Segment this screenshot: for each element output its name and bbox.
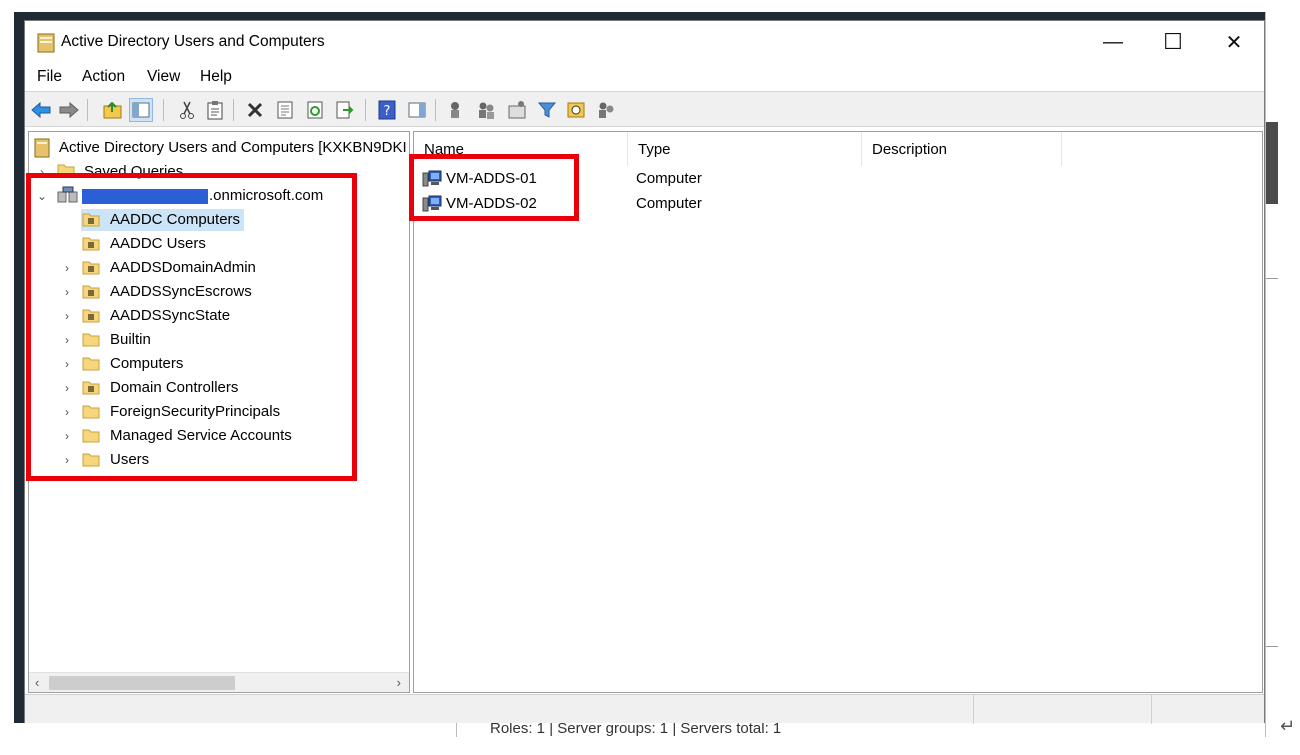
help-icon[interactable]: ?: [375, 98, 399, 122]
menu-action[interactable]: Action: [82, 68, 125, 86]
forward-arrow-icon[interactable]: [57, 98, 81, 122]
properties-icon[interactable]: [273, 98, 297, 122]
cut-icon[interactable]: [175, 98, 199, 122]
show-hide-console-tree-icon[interactable]: [129, 98, 153, 122]
toolbar: ?: [25, 91, 1264, 127]
background-status-text: Roles: 1 | Server groups: 1 | Servers to…: [490, 723, 782, 737]
scrollbar-thumb[interactable]: [49, 676, 235, 690]
highlight-box-computers: [409, 154, 579, 221]
computer-type: Computer: [636, 195, 702, 212]
export-list-icon[interactable]: [333, 98, 357, 122]
groups-icon[interactable]: [475, 98, 499, 122]
menu-view[interactable]: View: [147, 68, 180, 86]
organizational-unit-icon[interactable]: [505, 98, 529, 122]
up-folder-icon[interactable]: [101, 98, 125, 122]
computer-type: Computer: [636, 170, 702, 187]
aduc-root-icon: [34, 138, 50, 158]
back-arrow-icon[interactable]: [29, 98, 53, 122]
filter-icon[interactable]: [535, 98, 559, 122]
menu-bar: File Action View Help: [25, 63, 1264, 91]
background-scrollbar-thumb: [1266, 122, 1278, 204]
tree-horizontal-scrollbar[interactable]: ‹ ›: [29, 672, 409, 692]
tree-root[interactable]: Active Directory Users and Computers [KX…: [29, 136, 409, 160]
background-divider: [1266, 278, 1278, 279]
show-action-pane-icon[interactable]: [405, 98, 429, 122]
add-to-group-icon[interactable]: [595, 98, 619, 122]
find-icon[interactable]: [565, 98, 589, 122]
status-bar: [25, 694, 1264, 724]
menu-file[interactable]: File: [37, 68, 62, 86]
refresh-icon[interactable]: [303, 98, 327, 122]
aduc-app-icon: [37, 33, 55, 53]
column-header-description[interactable]: Description: [862, 132, 1062, 166]
paste-icon[interactable]: [203, 98, 227, 122]
window-title: Active Directory Users and Computers: [61, 33, 325, 50]
tree-root-label: Active Directory Users and Computers [KX…: [59, 139, 407, 156]
return-arrow-icon: ↵: [1280, 716, 1296, 736]
scroll-right-icon[interactable]: ›: [397, 675, 401, 690]
title-bar: Active Directory Users and Computers — ☐…: [25, 21, 1264, 63]
menu-help[interactable]: Help: [200, 68, 232, 86]
minimize-button[interactable]: —: [1084, 21, 1142, 63]
maximize-button[interactable]: ☐: [1144, 21, 1202, 63]
background-divider: [1266, 646, 1278, 647]
background-window-edge: [1265, 12, 1278, 737]
users-icon[interactable]: [445, 98, 469, 122]
delete-icon[interactable]: [243, 98, 267, 122]
background-server-manager-status: Roles: 1 | Server groups: 1 | Servers to…: [14, 723, 1265, 737]
desktop-edge: [0, 0, 14, 737]
highlight-box-tree: [26, 173, 357, 481]
scroll-left-icon[interactable]: ‹: [35, 675, 39, 690]
column-header-type[interactable]: Type: [628, 132, 862, 166]
close-button[interactable]: ✕: [1205, 21, 1263, 63]
svg-text:?: ?: [384, 104, 391, 119]
